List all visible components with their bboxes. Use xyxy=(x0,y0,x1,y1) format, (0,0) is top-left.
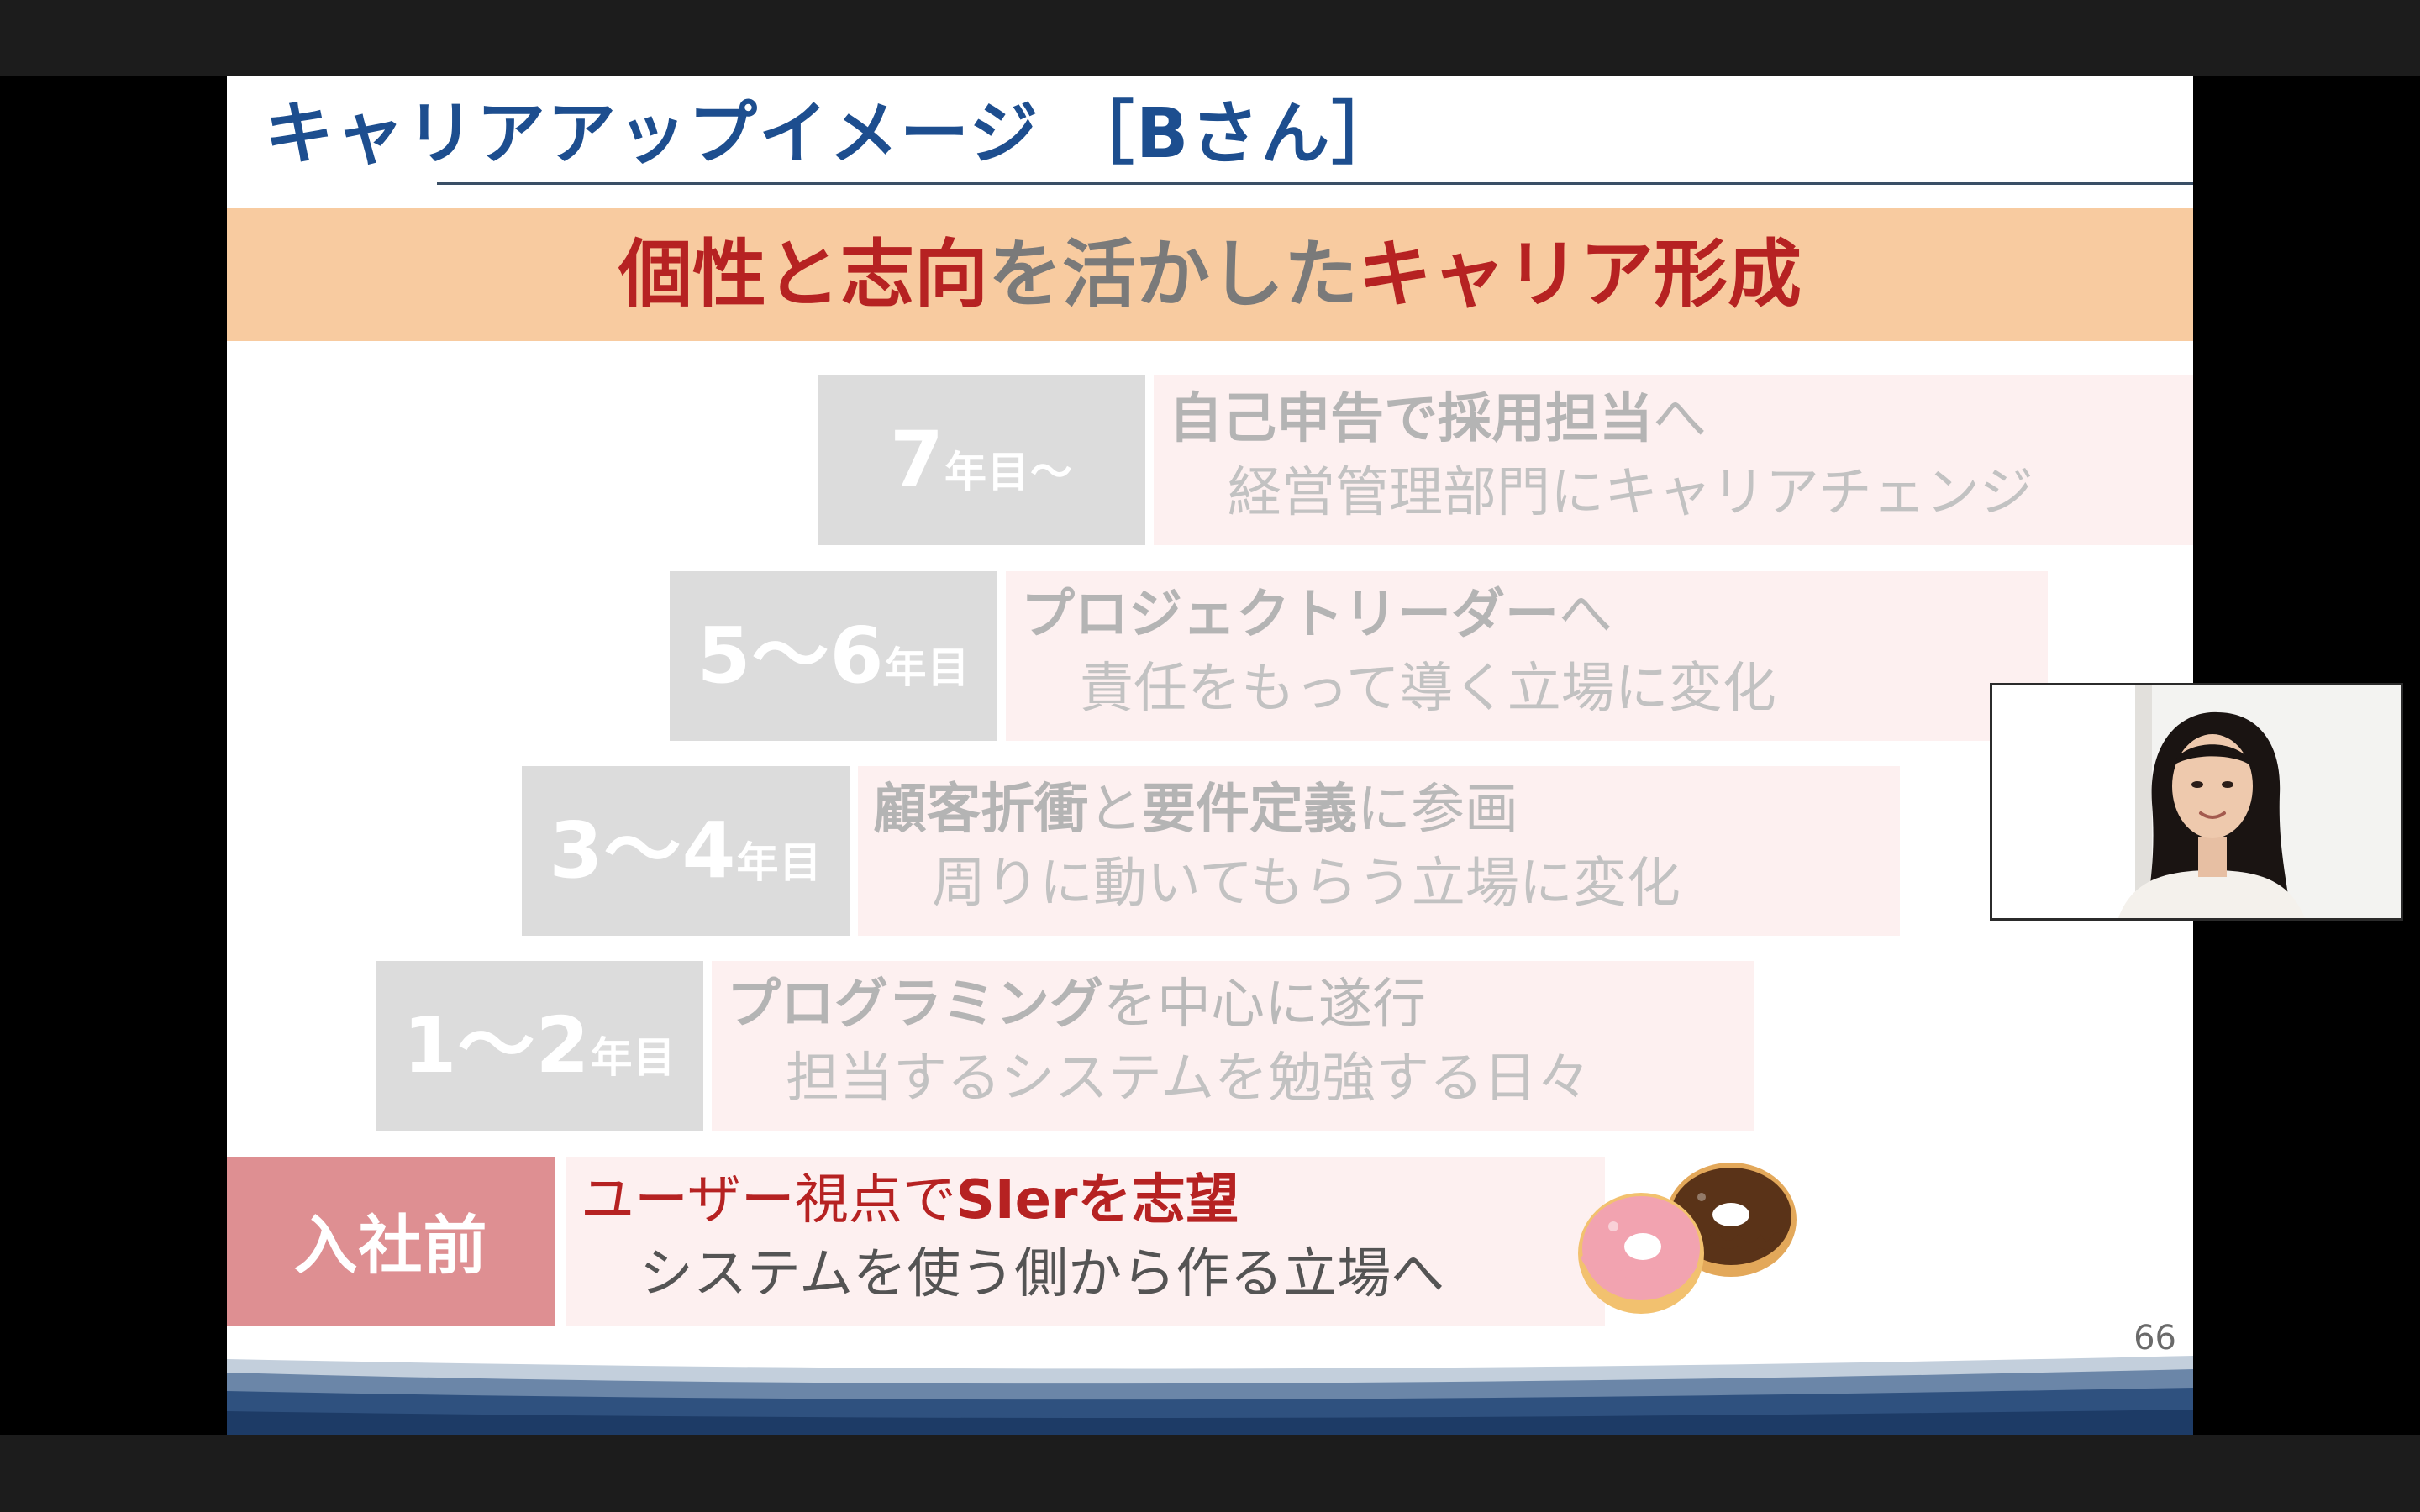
step-line2: 周りに動いてもらう立場に変化 xyxy=(932,853,1681,915)
step-year-suffix: 年目 xyxy=(884,643,971,692)
step-year-label: 入社前 xyxy=(227,1157,555,1326)
step-highlight: プロジェクトリーダー xyxy=(1021,584,1559,646)
step-line1-plain: ユーザー視点で xyxy=(581,1169,956,1231)
step-year-number: 3～4 xyxy=(549,806,737,895)
career-step-3-4-year: 3～4年目 顧客折衝と要件定義に参画 周りに動いてもらう立場に変化 xyxy=(522,766,1900,936)
step-line1-mid: と xyxy=(1088,779,1142,841)
career-step-5-6-year: 5～6年目 プロジェクトリーダーへ 責任をもって導く立場に変化 xyxy=(670,571,2048,741)
step-year-label: 7年目～ xyxy=(818,375,1145,545)
step-year-label: 3～4年目 xyxy=(522,766,850,936)
step-highlight: 自己申告で採用担当 xyxy=(1169,388,1653,450)
step-description: 自己申告で採用担当へ 経営管理部門にキャリアチェンジ xyxy=(1154,375,2193,545)
step-year-number: 5～6 xyxy=(697,611,885,701)
step-year-number: 1～2 xyxy=(402,1000,591,1090)
step-highlight-2: 要件定義 xyxy=(1142,779,1357,841)
title-underline xyxy=(437,182,2193,185)
step-year-number: 7 xyxy=(889,415,944,505)
career-step-1-2-year: 1～2年目 プログラミングを中心に遂行 担当するシステムを勉強する日々 xyxy=(376,961,1754,1131)
step-line1-rest: へ xyxy=(1559,584,1612,646)
step-year-suffix: 年目 xyxy=(590,1033,676,1082)
step-line2: 担当するシステムを勉強する日々 xyxy=(786,1047,1591,1110)
slide-banner: 個性と志向を活かしたキャリア形成 xyxy=(227,208,2193,341)
step-description: 顧客折衝と要件定義に参画 周りに動いてもらう立場に変化 xyxy=(858,766,1900,936)
step-line1-rest: を中心に遂行 xyxy=(1103,974,1426,1036)
slide-title: キャリアアップイメージ ［Bさん］ xyxy=(265,94,1402,174)
step-line1-rest: に参画 xyxy=(1357,779,1518,841)
step-label: 入社前 xyxy=(293,1208,488,1283)
step-highlight: プログラミング xyxy=(727,974,1103,1036)
participant-video[interactable] xyxy=(1990,683,2403,921)
step-line2: 責任をもって導く立場に変化 xyxy=(1080,658,1776,720)
step-description: プロジェクトリーダーへ 責任をもって導く立場に変化 xyxy=(1006,571,2048,741)
step-year-label: 1～2年目 xyxy=(376,961,703,1131)
step-line2: 経営管理部門にキャリアチェンジ xyxy=(1228,462,2033,524)
step-line2: システムを使う側から作る立場へ xyxy=(639,1243,1445,1305)
banner-text-part1: 個性と志向 xyxy=(618,231,988,318)
banner-text-part3: キャリア形成 xyxy=(1358,231,1802,318)
meeting-bottom-bar xyxy=(0,1435,2420,1512)
meeting-top-bar xyxy=(0,0,2420,76)
career-step-before-joining: 入社前 ユーザー視点でSIerを志望 システムを使う側から作る立場へ xyxy=(227,1157,1605,1326)
step-year-label: 5～6年目 xyxy=(670,571,997,741)
step-year-suffix: 年目～ xyxy=(944,448,1073,496)
step-year-suffix: 年目 xyxy=(736,838,823,887)
step-description: プログラミングを中心に遂行 担当するシステムを勉強する日々 xyxy=(712,961,1754,1131)
step-highlight: SIerを志望 xyxy=(955,1169,1239,1231)
step-highlight: 顧客折衝 xyxy=(873,779,1088,841)
step-description: ユーザー視点でSIerを志望 システムを使う側から作る立場へ xyxy=(566,1157,1605,1326)
step-line1-rest: へ xyxy=(1653,388,1707,450)
donut-icon xyxy=(1578,1163,1797,1314)
banner-text-part2: を活かした xyxy=(987,231,1358,318)
shared-slide: キャリアアップイメージ ［Bさん］ 個性と志向を活かしたキャリア形成 7年目～ … xyxy=(227,76,2193,1435)
career-step-7th-year: 7年目～ 自己申告で採用担当へ 経営管理部門にキャリアチェンジ xyxy=(818,375,2193,545)
footer-wave-band xyxy=(227,1356,2193,1435)
